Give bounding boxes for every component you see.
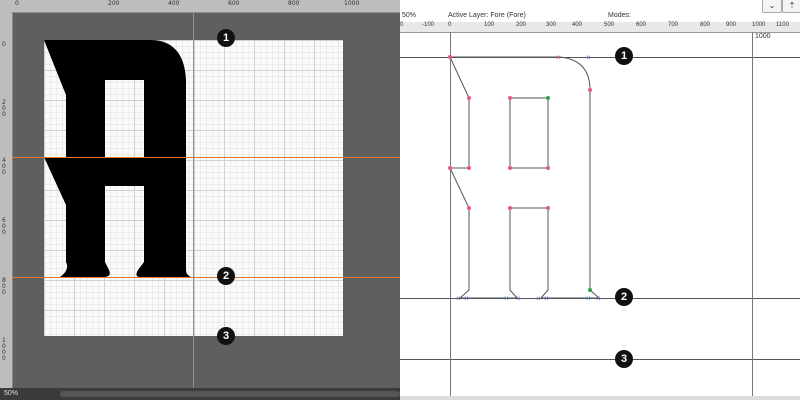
outline-points: × × × × × × × × × ×: [448, 53, 601, 303]
glyph-a-shape: [44, 40, 191, 277]
control-point: ×: [516, 294, 521, 303]
left-canvas-pane[interactable]: 0 200 400 600 800 1000 0 200 400 600 800…: [0, 0, 400, 400]
left-status-bar: 50%: [0, 388, 400, 400]
glyph-preview: [44, 40, 191, 277]
marker-2-right: 2: [615, 288, 633, 306]
marker-2: 2: [217, 267, 235, 285]
on-curve-point: [546, 96, 550, 100]
horizontal-scrollbar[interactable]: [60, 391, 400, 397]
on-curve-point: [546, 166, 550, 170]
right-bottom-scrollbar[interactable]: [400, 396, 800, 400]
control-point: ×: [586, 53, 591, 62]
zoom-level[interactable]: 50%: [4, 388, 18, 400]
control-point: ×: [596, 294, 601, 303]
on-curve-point: [588, 288, 592, 292]
on-curve-point: [467, 206, 471, 210]
on-curve-point: [448, 55, 452, 59]
glyph-outline: × × × × × × × × × ×: [448, 53, 601, 303]
baseline-guide[interactable]: [12, 277, 400, 278]
inner-counter: [509, 97, 549, 169]
on-curve-point: [467, 166, 471, 170]
control-point: ×: [456, 294, 461, 303]
marker-1: 1: [217, 29, 235, 47]
on-curve-point: [467, 96, 471, 100]
marker-1-right: 1: [615, 47, 633, 65]
control-point: ×: [586, 294, 591, 303]
marker-3-right: 3: [615, 350, 633, 368]
on-curve-point: [508, 206, 512, 210]
on-curve-point: [588, 88, 592, 92]
glyph-outline-contours: [449, 56, 601, 299]
control-point: ×: [464, 294, 469, 303]
control-point: ×: [544, 294, 549, 303]
horizontal-guide[interactable]: [12, 157, 400, 158]
control-point: ×: [556, 53, 561, 62]
on-curve-point: [448, 166, 452, 170]
control-point: ×: [536, 294, 541, 303]
on-curve-point: [508, 166, 512, 170]
outer-contour: [449, 56, 601, 299]
vertical-guide[interactable]: [193, 12, 194, 388]
marker-3: 3: [217, 327, 235, 345]
right-outline-pane[interactable]: 50% Active Layer: Fore (Fore) Modes: ⌄ ⇡…: [400, 0, 800, 400]
on-curve-point: [546, 206, 550, 210]
control-point: ×: [504, 294, 509, 303]
on-curve-point: [508, 96, 512, 100]
